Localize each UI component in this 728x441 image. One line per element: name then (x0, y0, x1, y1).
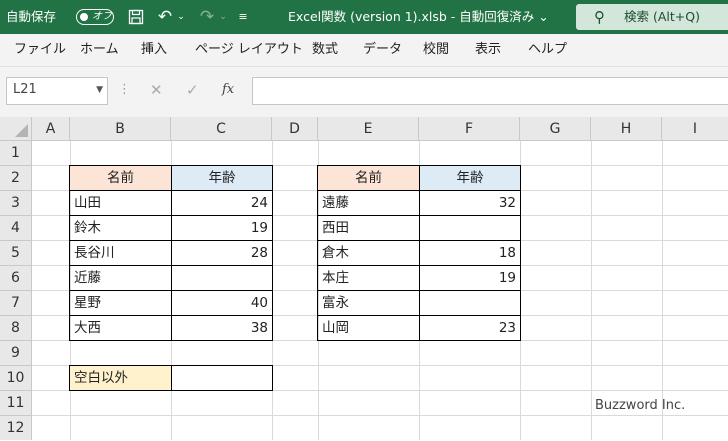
formula-input[interactable] (252, 77, 728, 105)
ribbon-tabs: ファイル ホーム 挿入 ページ レイアウト 数式 データ 校閲 表示 ヘルプ (0, 34, 728, 67)
chevron-down-icon[interactable]: ▼ (96, 78, 103, 102)
tab-data[interactable]: データ (363, 34, 402, 66)
row-header-11[interactable]: 11 (0, 391, 32, 416)
column-header-a[interactable]: A (32, 117, 70, 141)
column-header-d[interactable]: D (272, 117, 318, 141)
table1-header-age[interactable]: 年齢 (171, 165, 273, 191)
table2-age-cell[interactable]: 19 (419, 265, 521, 291)
row-header-5[interactable]: 5 (0, 241, 32, 266)
summary-value-cell[interactable] (171, 365, 273, 391)
row-header-7[interactable]: 7 (0, 291, 32, 316)
table2-name-cell[interactable]: 西田 (317, 215, 420, 241)
cancel-icon[interactable]: ✕ (150, 77, 163, 103)
tab-review[interactable]: 校閲 (423, 34, 449, 66)
tab-view[interactable]: 表示 (475, 34, 501, 66)
row-header-6[interactable]: 6 (0, 266, 32, 291)
table1-age-cell[interactable] (171, 265, 273, 291)
undo-icon[interactable]: ↶ (154, 0, 176, 34)
select-all-icon (15, 124, 28, 137)
table2-age-cell[interactable] (419, 290, 521, 316)
redo-dropdown-icon[interactable]: ⌄ (218, 0, 228, 34)
save-icon[interactable] (124, 0, 148, 34)
table2-age-cell[interactable]: 23 (419, 315, 521, 341)
autosave-toggle[interactable]: オフ (76, 9, 114, 25)
insert-function-icon[interactable]: fx (222, 77, 234, 103)
enter-icon[interactable]: ✓ (186, 77, 199, 103)
column-header-c[interactable]: C (171, 117, 272, 141)
row-header-2[interactable]: 2 (0, 166, 32, 191)
select-all-button[interactable] (0, 117, 32, 141)
table2-header-name[interactable]: 名前 (317, 165, 420, 191)
table1-age-cell[interactable]: 40 (171, 290, 273, 316)
more-options-icon[interactable]: ⋮ (118, 77, 131, 103)
table1-name-cell[interactable]: 近藤 (69, 265, 172, 291)
column-header-g[interactable]: G (520, 117, 591, 141)
table1-age-cell[interactable]: 38 (171, 315, 273, 341)
watermark: Buzzword Inc. (595, 398, 686, 413)
table2-age-cell[interactable] (419, 215, 521, 241)
table1-name-cell[interactable]: 星野 (69, 290, 172, 316)
row-header-4[interactable]: 4 (0, 216, 32, 241)
redo-icon[interactable]: ↷ (196, 0, 218, 34)
table2-name-cell[interactable]: 富永 (317, 290, 420, 316)
table1-name-cell[interactable]: 鈴木 (69, 215, 172, 241)
table2-name-cell[interactable]: 本庄 (317, 265, 420, 291)
tab-home[interactable]: ホーム (80, 34, 119, 66)
row-header-1[interactable]: 1 (0, 141, 32, 166)
name-box[interactable]: L21 ▼ (6, 77, 108, 105)
table2-age-cell[interactable]: 18 (419, 240, 521, 266)
search-box[interactable]: ⚲ 検索 (Alt+Q) (576, 4, 728, 30)
search-icon: ⚲ (594, 8, 605, 26)
table1-header-name[interactable]: 名前 (69, 165, 172, 191)
autosave-label: 自動保存 (6, 9, 57, 24)
title-bar: 自動保存 オフ ↶ ⌄ ↷ ⌄ ≡ Excel関数 (version 1).xl… (0, 0, 728, 34)
table2-header-age[interactable]: 年齢 (419, 165, 521, 191)
formula-bar: L21 ▼ ⋮ ✕ ✓ fx (0, 67, 728, 117)
tab-page-layout[interactable]: ページ レイアウト (195, 34, 303, 66)
row-header-10[interactable]: 10 (0, 366, 32, 391)
column-header-e[interactable]: E (318, 117, 419, 141)
undo-dropdown-icon[interactable]: ⌄ (176, 0, 186, 34)
column-header-f[interactable]: F (419, 117, 520, 141)
table2-name-cell[interactable]: 山岡 (317, 315, 420, 341)
name-box-value: L21 (13, 82, 37, 97)
table1-name-cell[interactable]: 長谷川 (69, 240, 172, 266)
table2-name-cell[interactable]: 遠藤 (317, 190, 420, 216)
table1-name-cell[interactable]: 山田 (69, 190, 172, 216)
column-header-i[interactable]: I (662, 117, 728, 141)
customize-toolbar-icon[interactable]: ≡ (236, 0, 250, 34)
table2-name-cell[interactable]: 倉木 (317, 240, 420, 266)
row-header-12[interactable]: 12 (0, 416, 32, 440)
search-label: 検索 (Alt+Q) (624, 9, 700, 24)
autosave-state: オフ (92, 11, 112, 22)
tab-insert[interactable]: 挿入 (141, 34, 167, 66)
table2-age-cell[interactable]: 32 (419, 190, 521, 216)
summary-label-cell[interactable]: 空白以外 (69, 365, 172, 391)
row-header-8[interactable]: 8 (0, 316, 32, 341)
table1-age-cell[interactable]: 19 (171, 215, 273, 241)
table1-age-cell[interactable]: 24 (171, 190, 273, 216)
toggle-knob-icon (80, 13, 88, 21)
table1-age-cell[interactable]: 28 (171, 240, 273, 266)
tab-formulas[interactable]: 数式 (312, 34, 338, 66)
tab-file[interactable]: ファイル (14, 34, 66, 66)
table1-name-cell[interactable]: 大西 (69, 315, 172, 341)
column-header-b[interactable]: B (70, 117, 171, 141)
tab-help[interactable]: ヘルプ (528, 34, 567, 66)
column-header-h[interactable]: H (591, 117, 662, 141)
row-header-9[interactable]: 9 (0, 341, 32, 366)
row-header-3[interactable]: 3 (0, 191, 32, 216)
document-title[interactable]: Excel関数 (version 1).xlsb - 自動回復済み ⌄ (288, 0, 549, 34)
